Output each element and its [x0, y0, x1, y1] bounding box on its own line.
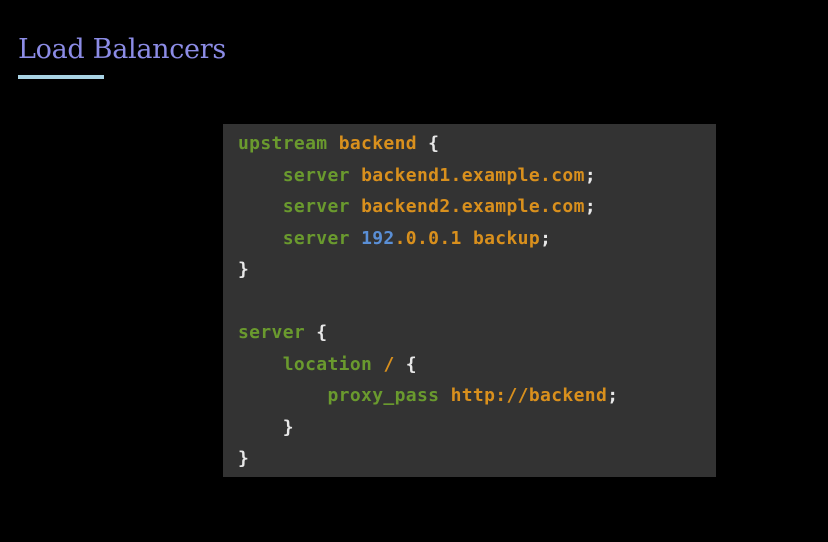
code-line: server 192.0.0.1 backup; — [238, 223, 716, 255]
code-token-keyword: server — [282, 227, 350, 249]
slide-title: Load Balancers — [18, 34, 226, 65]
code-token-punct — [439, 385, 450, 406]
code-token-punct — [238, 354, 283, 375]
code-token-punct: { — [305, 322, 328, 343]
code-token-punct — [238, 228, 283, 249]
code-token-punct — [238, 385, 328, 406]
code-token-keyword: server — [282, 196, 350, 217]
code-token-keyword: upstream — [238, 133, 328, 154]
code-token-punct — [350, 196, 361, 217]
code-token-keyword: location — [282, 353, 373, 375]
code-token-punct — [328, 133, 339, 154]
code-token-value: backup — [472, 227, 541, 249]
code-token-punct: ; — [584, 196, 596, 217]
code-line: upstream backend { — [238, 128, 716, 160]
code-token-punct: ; — [540, 227, 552, 249]
code-token-value: backend2.example.com — [361, 196, 585, 217]
code-token-value: .0.0.1 — [394, 227, 462, 249]
code-token-punct — [238, 196, 283, 217]
code-token-value: backend — [338, 133, 417, 154]
code-token-value: / — [383, 353, 395, 375]
code-token-value: http://backend — [450, 385, 608, 406]
code-token-punct — [238, 165, 283, 186]
code-block: upstream backend { server backend1.examp… — [223, 124, 716, 477]
code-token-punct: { — [394, 353, 417, 375]
code-token-value: backend1.example.com — [361, 164, 585, 186]
code-token-punct: } — [238, 448, 250, 469]
code-token-punct: } — [238, 416, 294, 438]
code-line: } — [238, 443, 716, 475]
code-line: server { — [238, 317, 716, 349]
code-token-punct — [372, 354, 383, 375]
code-token-keyword: proxy_pass — [327, 385, 440, 406]
code-token-punct: } — [238, 259, 250, 280]
code-line: } — [238, 254, 716, 286]
code-token-punct — [350, 228, 361, 249]
title-underline — [18, 75, 104, 79]
code-token-keyword: server — [238, 322, 306, 343]
code-line: proxy_pass http://backend; — [238, 380, 716, 412]
code-line: server backend1.example.com; — [238, 160, 716, 192]
code-token-keyword: server — [282, 164, 350, 186]
code-line: } — [238, 412, 716, 444]
code-token-punct: ; — [584, 164, 596, 186]
code-token-punct: { — [417, 133, 440, 154]
code-token-punct: ; — [607, 385, 619, 406]
code-token-number: 192 — [361, 227, 395, 249]
code-line: server backend2.example.com; — [238, 191, 716, 223]
code-token-punct — [350, 165, 361, 186]
code-token-punct — [462, 228, 473, 249]
code-line: location / { — [238, 349, 716, 381]
